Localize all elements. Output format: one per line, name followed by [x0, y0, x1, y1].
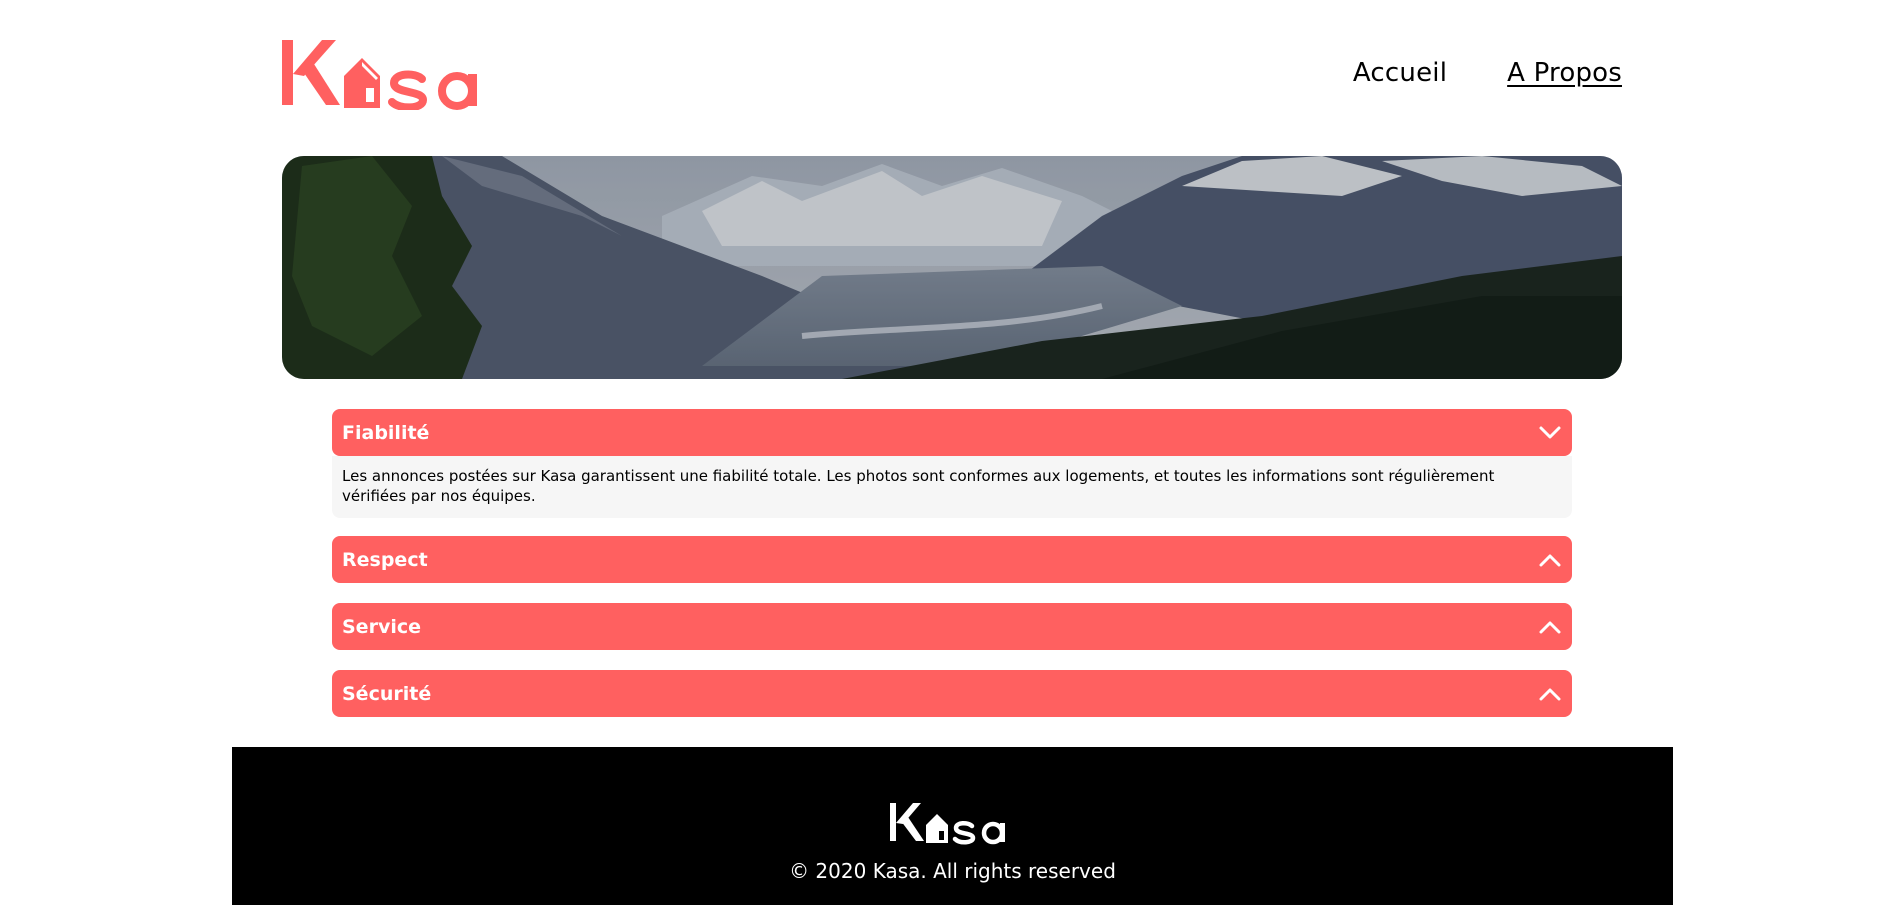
accordion-service: Service — [332, 603, 1572, 650]
accordion-header-respect[interactable]: Respect — [332, 536, 1572, 583]
about-banner-image — [282, 156, 1622, 379]
accordion-header-securite[interactable]: Sécurité — [332, 670, 1572, 717]
main-nav: Accueil A Propos — [1353, 58, 1622, 88]
nav-link-a-propos[interactable]: A Propos — [1507, 58, 1622, 88]
nav-link-accueil[interactable]: Accueil — [1353, 58, 1447, 88]
accordion-title: Sécurité — [342, 682, 432, 705]
accordion-title: Fiabilité — [342, 421, 430, 444]
accordion-respect: Respect — [332, 536, 1572, 583]
chevron-up-icon[interactable] — [1538, 686, 1562, 702]
chevron-up-icon[interactable] — [1538, 552, 1562, 568]
accordion-header-fiabilite[interactable]: Fiabilité — [332, 409, 1572, 456]
site-footer: © 2020 Kasa. All rights reserved — [232, 747, 1673, 905]
accordion-title: Service — [342, 615, 421, 638]
accordion-securite: Sécurité — [332, 670, 1572, 717]
accordion-content: Les annonces postées sur Kasa garantisse… — [332, 456, 1572, 518]
chevron-down-icon[interactable] — [1538, 425, 1562, 441]
kasa-logo[interactable] — [282, 36, 497, 110]
kasa-logo-footer — [890, 801, 1015, 845]
accordion-header-service[interactable]: Service — [332, 603, 1572, 650]
copyright-text: © 2020 Kasa. All rights reserved — [789, 859, 1116, 883]
accordion-title: Respect — [342, 548, 428, 571]
site-header: Accueil A Propos — [282, 36, 1622, 116]
chevron-up-icon[interactable] — [1538, 619, 1562, 635]
page: Accueil A Propos Fiabilité Les annonces … — [0, 0, 1897, 905]
accordion-fiabilite: Fiabilité Les annonces postées sur Kasa … — [332, 409, 1572, 518]
